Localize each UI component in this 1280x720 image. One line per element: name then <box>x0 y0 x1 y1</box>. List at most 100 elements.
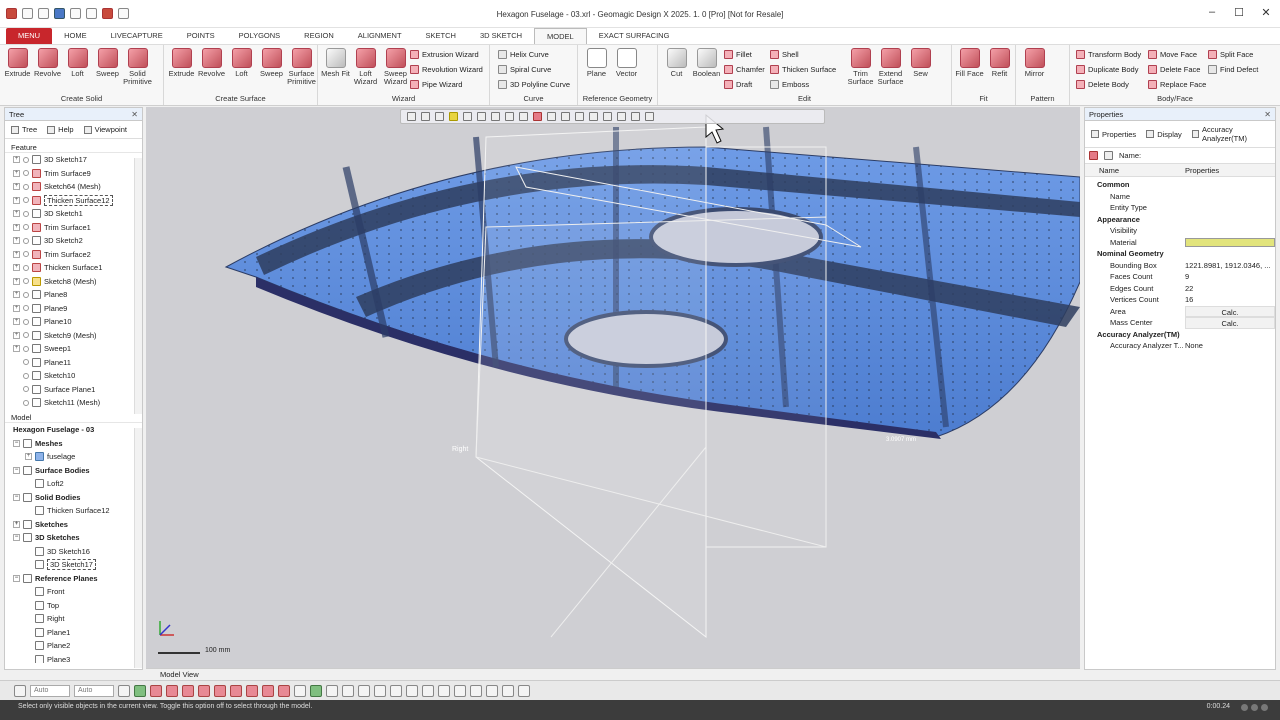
expand-icon[interactable]: + <box>13 196 20 204</box>
feature-item[interactable]: + Trim Surface9 <box>5 167 142 181</box>
sort-icon[interactable] <box>1104 151 1113 160</box>
sweep-solid-button[interactable]: Sweep <box>93 48 122 86</box>
tab-points[interactable]: POINTS <box>175 28 227 44</box>
lasso-icon[interactable] <box>326 684 338 697</box>
more-view-icon[interactable] <box>645 112 654 121</box>
collapse-icon[interactable]: − <box>13 439 20 447</box>
revolve-surface-button[interactable]: Revolve <box>197 48 226 86</box>
tab-model[interactable]: MODEL <box>534 28 587 44</box>
emboss-button[interactable]: Emboss <box>770 79 836 90</box>
collapse-icon[interactable]: − <box>13 574 20 582</box>
plane-button[interactable]: Plane <box>582 48 611 78</box>
feature-item[interactable]: Sketch10 <box>5 369 142 383</box>
filter-face-icon[interactable] <box>182 684 194 697</box>
property-category[interactable]: Accuracy Analyzer(TM) <box>1085 329 1275 341</box>
visibility-icon[interactable] <box>23 264 29 271</box>
clipping-icon[interactable] <box>519 112 528 121</box>
expand-icon[interactable]: + <box>13 237 20 245</box>
property-row[interactable]: Faces Count 9 <box>1085 271 1275 283</box>
property-row[interactable]: Material <box>1085 237 1275 249</box>
feature-item[interactable]: + Thicken Surface12 <box>5 194 142 208</box>
model-node-reference-planes[interactable]: − Reference Planes <box>5 572 142 586</box>
property-row[interactable]: Visibility <box>1085 225 1275 237</box>
collapse-icon[interactable]: − <box>13 534 20 542</box>
solid-primitive-button[interactable]: Solid Primitive <box>123 48 152 86</box>
fuselage-model-render[interactable] <box>146 107 1080 668</box>
feature-item[interactable]: Surface Plane1 <box>5 383 142 397</box>
visibility-icon[interactable] <box>23 278 29 285</box>
calc-button[interactable]: Calc. <box>1185 317 1275 329</box>
tab-properties[interactable]: Properties <box>1091 125 1136 143</box>
pipe-wizard-button[interactable]: Pipe Wizard <box>410 79 483 90</box>
property-category[interactable]: Appearance <box>1085 214 1275 226</box>
sweep-surface-button[interactable]: Sweep <box>257 48 286 86</box>
feature-item[interactable]: + Trim Surface1 <box>5 221 142 235</box>
zoom-icon[interactable] <box>603 112 612 121</box>
model-node-top[interactable]: Top <box>5 599 142 613</box>
feature-item[interactable]: + Trim Surface2 <box>5 248 142 262</box>
maximize-button[interactable]: ☐ <box>1224 6 1254 19</box>
model-node-meshes[interactable]: − Meshes <box>5 437 142 451</box>
expand-icon[interactable]: + <box>13 264 20 272</box>
model-node-3d-sketches[interactable]: − 3D Sketches <box>5 531 142 545</box>
replace-face-button[interactable]: Replace Face <box>1148 79 1206 90</box>
feature-item[interactable]: + Sketch9 (Mesh) <box>5 329 142 343</box>
section-view-icon[interactable] <box>463 112 472 121</box>
fillet-button[interactable]: Fillet <box>724 49 765 60</box>
visibility-icon[interactable] <box>23 386 29 393</box>
model-node-surface-bodies[interactable]: − Surface Bodies <box>5 464 142 478</box>
feature-item[interactable]: +3D Sketch17 <box>5 153 142 167</box>
surface-primitive-button[interactable]: Surface Primitive <box>287 48 316 86</box>
property-row[interactable]: Accuracy Analyzer T... None <box>1085 340 1275 352</box>
model-node-plane2[interactable]: Plane2 <box>5 639 142 653</box>
model-node-thicken-surface12[interactable]: Thicken Surface12 <box>5 504 142 518</box>
measure-icon[interactable] <box>547 112 556 121</box>
property-category[interactable]: Nominal Geometry <box>1085 248 1275 260</box>
move-face-button[interactable]: Move Face <box>1148 49 1206 60</box>
property-row[interactable]: Name <box>1085 191 1275 203</box>
expand-icon[interactable]: + <box>13 520 20 528</box>
visibility-icon[interactable] <box>23 291 29 298</box>
selection-filter-icon[interactable] <box>533 112 542 121</box>
feature-scrollbar[interactable] <box>134 158 142 414</box>
model-scrollbar[interactable] <box>134 428 142 668</box>
visibility-icon[interactable] <box>23 345 29 352</box>
property-row[interactable]: Entity Type <box>1085 202 1275 214</box>
property-category[interactable]: Common <box>1085 179 1275 191</box>
expand-icon[interactable]: + <box>13 183 20 191</box>
transform-body-button[interactable]: Transform Body <box>1076 49 1141 60</box>
visibility-icon[interactable] <box>23 210 29 217</box>
visibility-icon[interactable] <box>23 237 29 244</box>
helix-curve-button[interactable]: Helix Curve <box>498 49 570 60</box>
paint-icon[interactable] <box>358 684 370 697</box>
filter-sketch-icon[interactable] <box>230 684 242 697</box>
loft-wizard-button[interactable]: Loft Wizard <box>351 48 380 86</box>
loft-surface-button[interactable]: Loft <box>227 48 256 86</box>
vector-button[interactable]: Vector <box>612 48 641 78</box>
property-row[interactable]: Area Calc. <box>1085 305 1275 317</box>
polyline-select-icon[interactable] <box>406 684 418 697</box>
cut-button[interactable]: Cut <box>662 48 691 78</box>
expand-icon[interactable]: + <box>13 210 20 218</box>
model-node-3d-sketch17[interactable]: 3D Sketch17 <box>5 558 142 572</box>
loft-solid-button[interactable]: Loft <box>63 48 92 86</box>
close-button[interactable]: ✕ <box>1251 6 1280 19</box>
extrude-solid-button[interactable]: Extrude <box>3 48 32 86</box>
delete-body-button[interactable]: Delete Body <box>1076 79 1141 90</box>
model-node-right[interactable]: Right <box>5 612 142 626</box>
filter-mesh-icon[interactable] <box>134 684 146 697</box>
selection-mode-icon[interactable] <box>14 684 26 697</box>
visibility-icon[interactable] <box>23 183 29 190</box>
menu-button[interactable]: MENU <box>6 28 53 44</box>
minimize-button[interactable]: – <box>1197 6 1227 18</box>
visibility-icon[interactable] <box>23 156 29 163</box>
view-iso-icon[interactable] <box>477 112 486 121</box>
view-front-icon[interactable] <box>435 112 444 121</box>
filter-vector-icon[interactable] <box>262 684 274 697</box>
sweep-wizard-button[interactable]: Sweep Wizard <box>381 48 410 86</box>
tab-display[interactable]: Display <box>1146 125 1182 143</box>
tab-help[interactable]: Help <box>47 125 74 134</box>
expand-icon[interactable]: + <box>13 318 20 326</box>
model-node-3d-sketch16[interactable]: 3D Sketch16 <box>5 545 142 559</box>
feature-item[interactable]: Plane11 <box>5 356 142 370</box>
